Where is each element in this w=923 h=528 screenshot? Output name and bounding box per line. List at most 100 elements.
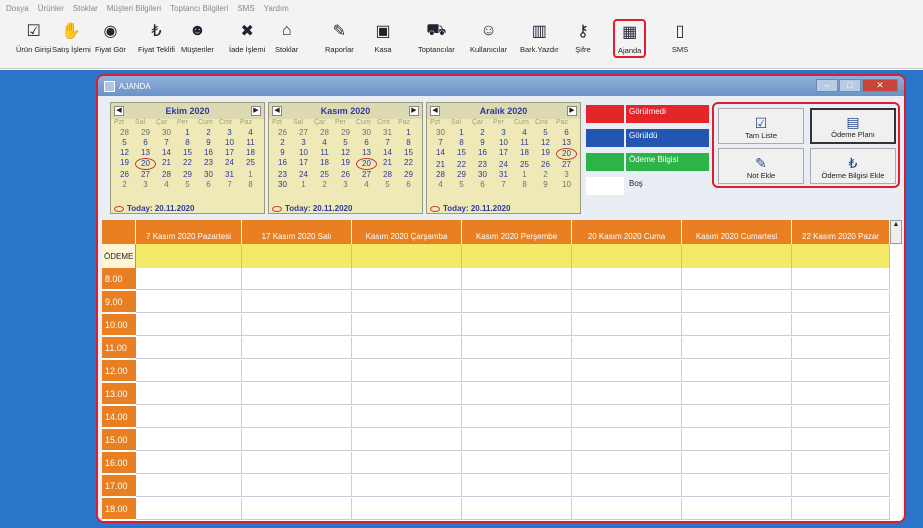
calendar-day[interactable]: 6 xyxy=(398,180,419,190)
schedule-cell[interactable] xyxy=(792,475,890,497)
schedule-cell[interactable] xyxy=(462,498,572,520)
scroll-up-button[interactable]: ▲ xyxy=(890,220,902,244)
add-payment-info-button[interactable]: ₺ Ödeme Bilgisi Ekle xyxy=(810,148,896,184)
column-header[interactable]: 17 Kasım 2020 Salı xyxy=(242,220,352,244)
schedule-cell[interactable] xyxy=(462,475,572,497)
schedule-cell[interactable] xyxy=(682,498,792,520)
schedule-cell[interactable] xyxy=(462,429,572,451)
calendar-day[interactable]: 3 xyxy=(219,128,240,138)
schedule-cell[interactable] xyxy=(572,337,682,359)
calendar-day[interactable]: 21 xyxy=(156,158,177,170)
calendar-day[interactable]: 29 xyxy=(451,170,472,180)
column-header[interactable]: 20 Kasım 2020 Cuma xyxy=(572,220,682,244)
column-header[interactable]: 7 Kasım 2020 Pazartesi xyxy=(136,220,242,244)
calendar-day[interactable]: 7 xyxy=(430,138,451,148)
toolbar-button-4[interactable]: ☻ Müşteriler xyxy=(181,21,214,54)
toolbar-button-7[interactable]: ✎ Raporlar xyxy=(325,21,354,54)
schedule-cell[interactable] xyxy=(572,406,682,428)
schedule-cell[interactable] xyxy=(792,452,890,474)
schedule-cell[interactable] xyxy=(792,337,890,359)
schedule-cell[interactable] xyxy=(792,383,890,405)
prev-month-button[interactable]: ◀ xyxy=(272,106,282,116)
calendar-day[interactable]: 20 xyxy=(356,158,377,170)
calendar-day[interactable]: 3 xyxy=(556,170,577,180)
payment-cell[interactable] xyxy=(792,244,890,268)
menu-item[interactable]: Yardım xyxy=(264,4,289,13)
calendar-day[interactable]: 29 xyxy=(177,170,198,180)
schedule-cell[interactable] xyxy=(792,498,890,520)
calendar-day[interactable]: 30 xyxy=(156,128,177,138)
month-calendar[interactable]: ◀ Aralık 2020 ▶ Pzt Sal Çar Per Cum Cmt Paz 30 1 2 3 4… xyxy=(426,102,581,214)
calendar-day[interactable]: 7 xyxy=(377,138,398,148)
calendar-day[interactable]: 9 xyxy=(272,148,293,158)
schedule-cell[interactable] xyxy=(242,452,352,474)
schedule-cell[interactable] xyxy=(136,475,242,497)
toolbar-button-1[interactable]: ✋ Satış İşlemi xyxy=(52,21,91,54)
payment-cell[interactable] xyxy=(462,244,572,268)
calendar-day[interactable]: 29 xyxy=(398,170,419,180)
month-calendar[interactable]: ◀ Kasım 2020 ▶ Pzt Sal Çar Per Cum Cmt Paz 26 27 28 2… xyxy=(268,102,423,214)
calendar-day[interactable]: 8 xyxy=(177,138,198,148)
schedule-cell[interactable] xyxy=(792,406,890,428)
calendar-day[interactable]: 2 xyxy=(114,180,135,190)
payment-cell[interactable] xyxy=(352,244,462,268)
calendar-day[interactable]: 30 xyxy=(356,128,377,138)
next-month-button[interactable]: ▶ xyxy=(408,106,419,116)
schedule-cell[interactable] xyxy=(792,268,890,290)
schedule-cell[interactable] xyxy=(572,452,682,474)
schedule-cell[interactable] xyxy=(352,498,462,520)
calendar-day[interactable]: 19 xyxy=(535,148,556,160)
schedule-cell[interactable] xyxy=(242,429,352,451)
schedule-cell[interactable] xyxy=(792,360,890,382)
calendar-day[interactable]: 21 xyxy=(377,158,398,170)
calendar-day[interactable]: 2 xyxy=(198,128,219,138)
schedule-cell[interactable] xyxy=(136,360,242,382)
calendar-day[interactable]: 3 xyxy=(135,180,156,190)
calendar-day[interactable]: 4 xyxy=(314,138,335,148)
calendar-day[interactable]: 24 xyxy=(293,170,314,180)
schedule-cell[interactable] xyxy=(136,337,242,359)
schedule-cell[interactable] xyxy=(136,383,242,405)
calendar-day[interactable]: 5 xyxy=(114,138,135,148)
calendar-day[interactable]: 26 xyxy=(335,170,356,180)
calendar-day[interactable]: 21 xyxy=(430,160,451,170)
schedule-cell[interactable] xyxy=(462,337,572,359)
calendar-day[interactable]: 28 xyxy=(430,170,451,180)
calendar-day[interactable]: 28 xyxy=(377,170,398,180)
calendar-day[interactable]: 12 xyxy=(335,148,356,158)
menu-item[interactable]: Stoklar xyxy=(73,4,98,13)
calendar-day[interactable]: 26 xyxy=(114,170,135,180)
calendar-day[interactable]: 6 xyxy=(472,180,493,190)
calendar-day[interactable]: 7 xyxy=(219,180,240,190)
calendar-day[interactable]: 6 xyxy=(198,180,219,190)
calendar-day[interactable]: 31 xyxy=(219,170,240,180)
schedule-cell[interactable] xyxy=(682,268,792,290)
schedule-cell[interactable] xyxy=(682,475,792,497)
schedule-cell[interactable] xyxy=(572,429,682,451)
schedule-cell[interactable] xyxy=(462,383,572,405)
schedule-cell[interactable] xyxy=(242,291,352,313)
calendar-day[interactable]: 11 xyxy=(314,148,335,158)
close-button[interactable]: ✕ xyxy=(862,79,898,92)
calendar-day[interactable]: 14 xyxy=(156,148,177,158)
schedule-cell[interactable] xyxy=(572,498,682,520)
calendar-day[interactable]: 27 xyxy=(556,160,577,170)
calendar-day[interactable]: 17 xyxy=(293,158,314,170)
schedule-cell[interactable] xyxy=(352,291,462,313)
calendar-day[interactable]: 8 xyxy=(514,180,535,190)
schedule-cell[interactable] xyxy=(572,291,682,313)
schedule-cell[interactable] xyxy=(352,337,462,359)
calendar-day[interactable]: 17 xyxy=(493,148,514,160)
calendar-day[interactable]: 8 xyxy=(240,180,261,190)
calendar-day[interactable]: 10 xyxy=(219,138,240,148)
schedule-cell[interactable] xyxy=(462,291,572,313)
calendar-day[interactable]: 23 xyxy=(198,158,219,170)
calendar-day[interactable]: 20 xyxy=(135,158,156,170)
prev-month-button[interactable]: ◀ xyxy=(114,106,124,116)
schedule-cell[interactable] xyxy=(242,268,352,290)
calendar-day[interactable]: 28 xyxy=(314,128,335,138)
next-month-button[interactable]: ▶ xyxy=(250,106,261,116)
schedule-cell[interactable] xyxy=(572,383,682,405)
calendar-day[interactable]: 12 xyxy=(535,138,556,148)
schedule-cell[interactable] xyxy=(792,314,890,336)
